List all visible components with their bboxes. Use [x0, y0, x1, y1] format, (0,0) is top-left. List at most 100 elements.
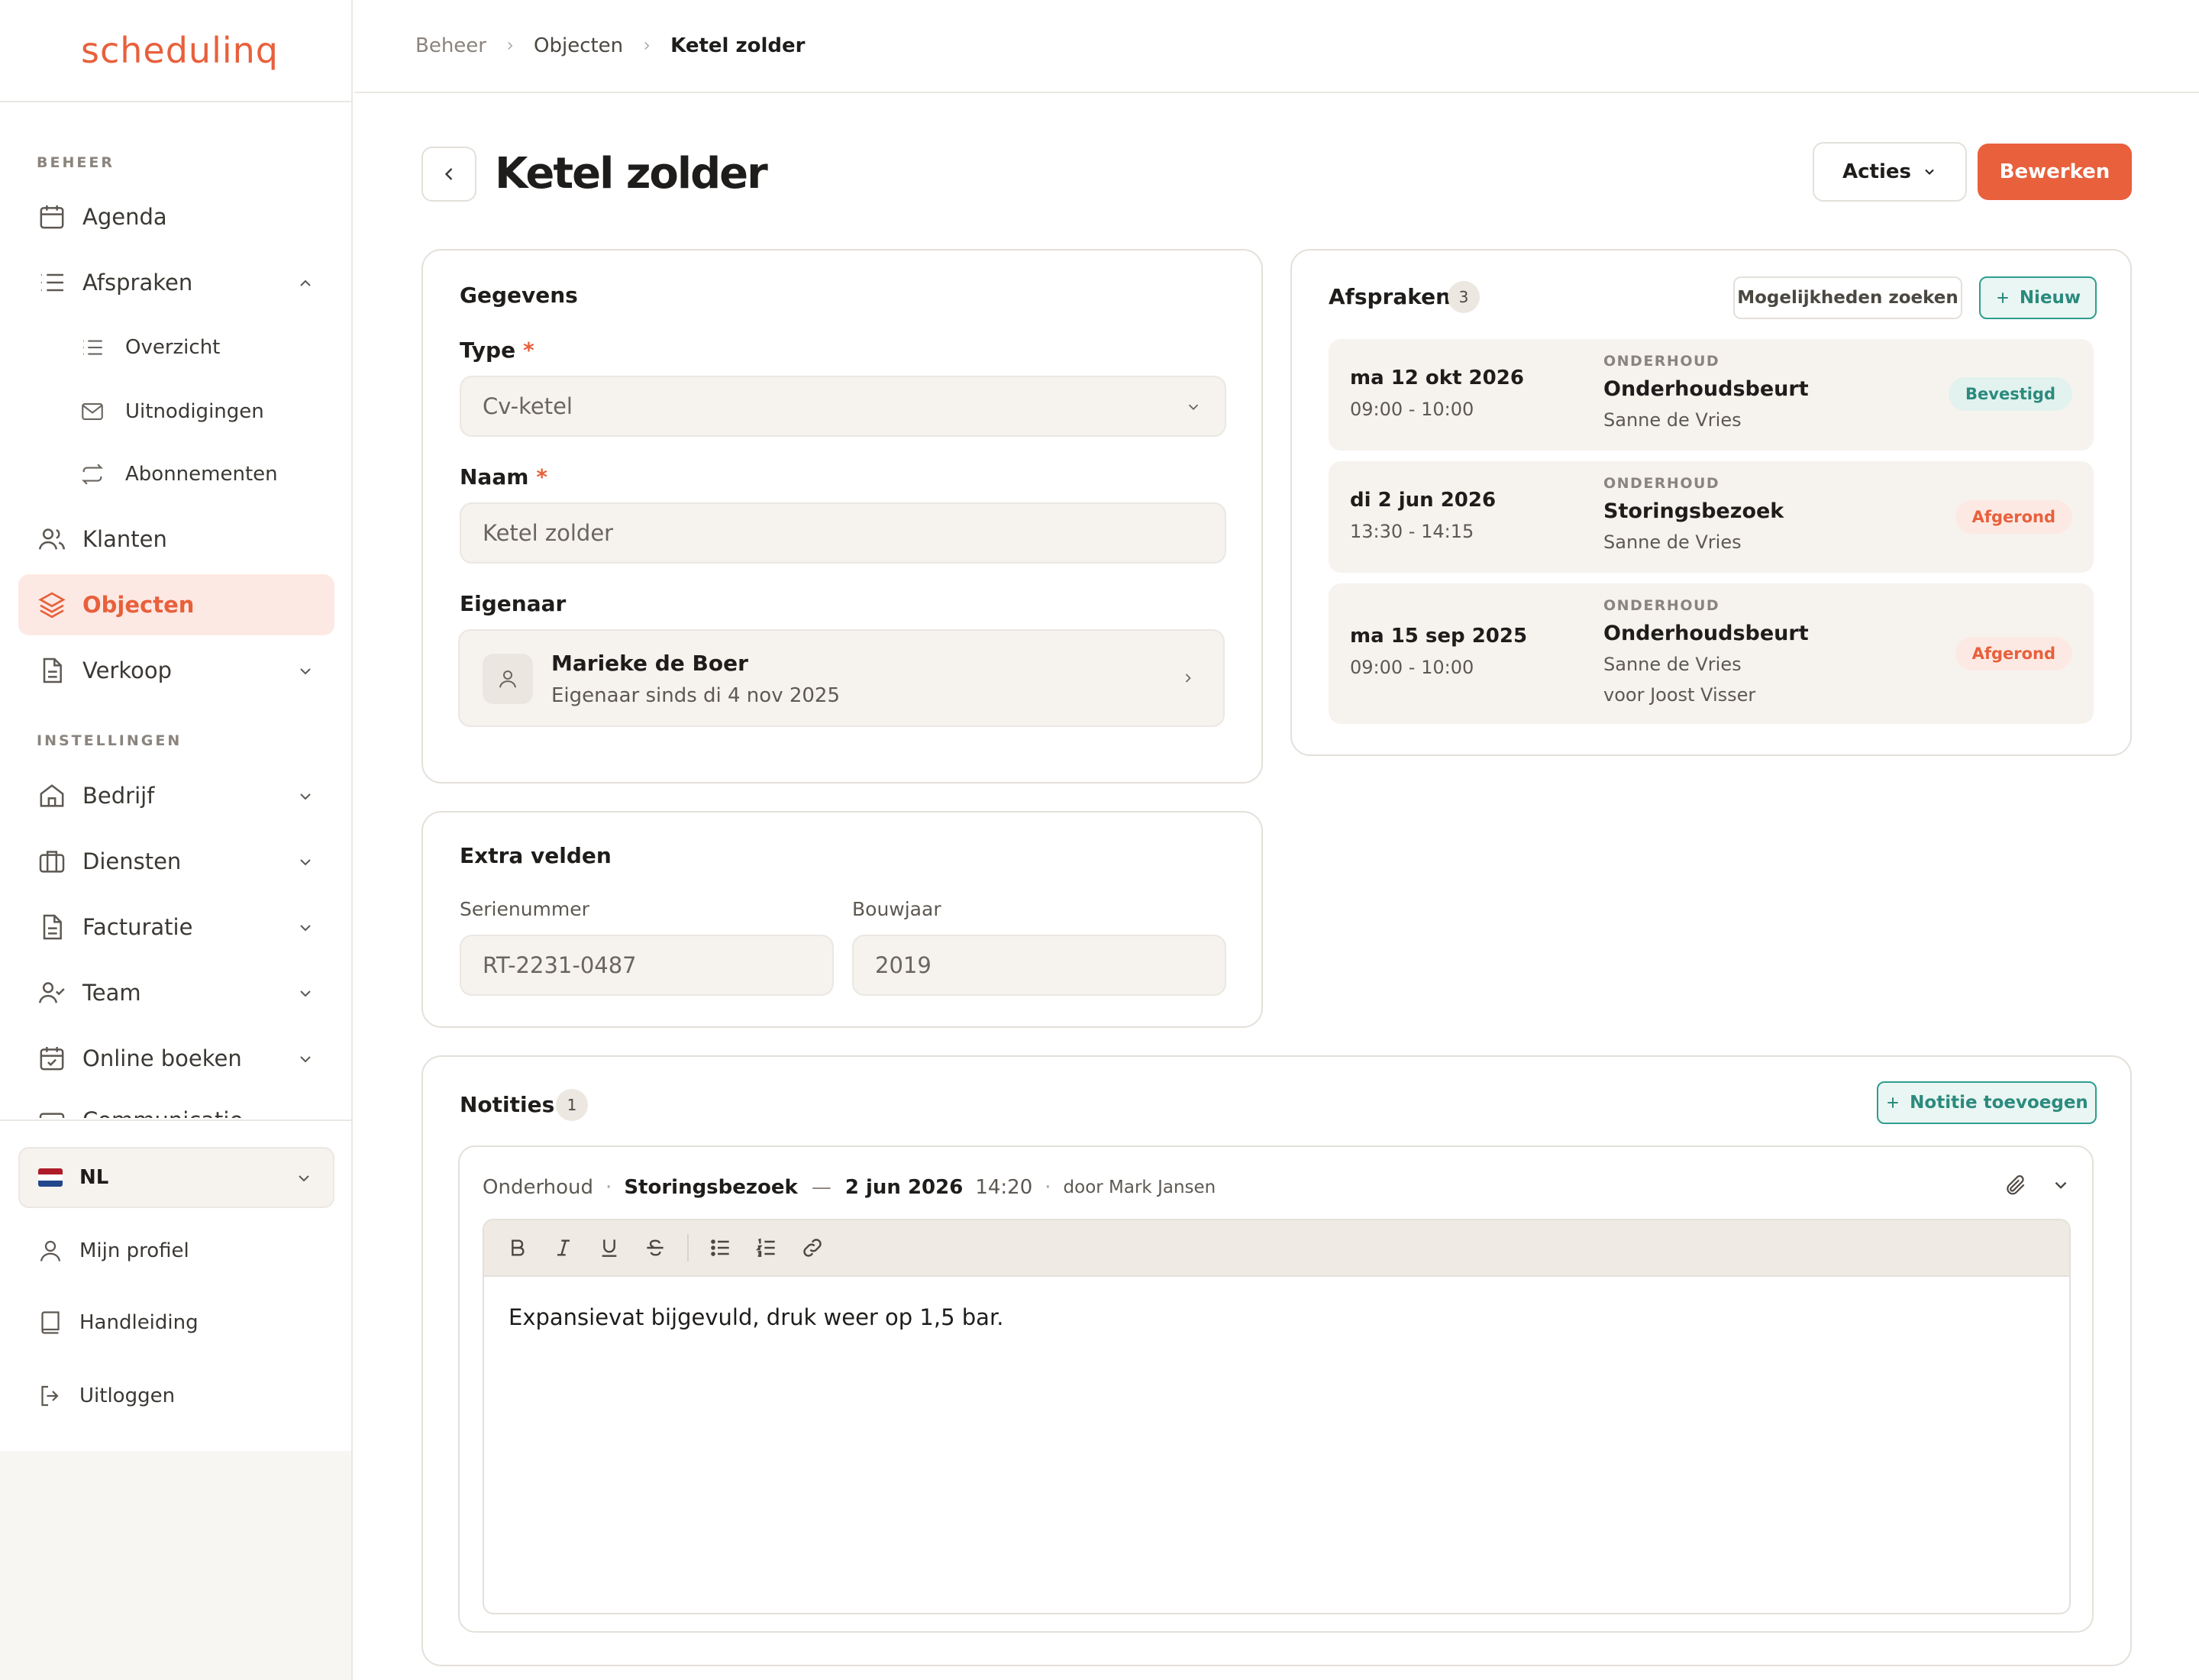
profile-link[interactable]: Mijn profiel: [37, 1237, 189, 1265]
sidebar-subitem-label: Overzicht: [125, 336, 221, 359]
breadcrumb-item-beheer[interactable]: Beheer: [415, 34, 486, 57]
name-input[interactable]: Ketel zolder: [460, 502, 1226, 564]
appointment-item[interactable]: di 2 jun 2026 13:30 - 14:15 ONDERHOUD St…: [1329, 461, 2094, 573]
sidebar-subitem-overzicht[interactable]: Overzicht: [79, 325, 220, 370]
profile-label: Mijn profiel: [79, 1239, 189, 1262]
sidebar-item-label: Online boeken: [82, 1045, 242, 1071]
note-date: 2 jun 2026: [844, 1176, 964, 1199]
calendar-icon: [40, 205, 64, 229]
chevron-right-icon: [644, 41, 650, 50]
sidebar-item-agenda[interactable]: Agenda: [18, 186, 334, 247]
chevron-down-icon: [1188, 404, 1199, 411]
editor-toolbar: [484, 1220, 2069, 1277]
manual-label: Handleiding: [79, 1311, 199, 1334]
repeat-icon: [82, 464, 103, 485]
note-item: Onderhoud · Storingsbezoek — 2 jun 2026 …: [458, 1145, 2094, 1633]
mail-icon: [82, 403, 103, 420]
build-year-input[interactable]: 2019: [852, 935, 1226, 996]
italic-button[interactable]: [550, 1234, 577, 1262]
separator: ·: [1045, 1176, 1051, 1199]
appointment-title: Storingsbezoek: [1603, 499, 1784, 523]
build-year-label: Bouwjaar: [852, 898, 941, 920]
add-note-label: Notitie toevoegen: [1910, 1093, 2088, 1113]
breadcrumb-item-objecten[interactable]: Objecten: [534, 34, 623, 57]
manual-link[interactable]: Handleiding: [37, 1309, 199, 1336]
logo[interactable]: schedulinq: [81, 30, 279, 71]
paperclip-icon[interactable]: [2004, 1173, 2028, 1197]
note-editor[interactable]: Expansievat bijgevuld, druk weer op 1,5 …: [483, 1219, 2071, 1614]
add-note-button[interactable]: Notitie toevoegen: [1877, 1081, 2097, 1124]
sidebar-item-afspraken[interactable]: Afspraken: [18, 252, 334, 313]
sidebar-item-bedrijf[interactable]: Bedrijf: [18, 765, 334, 826]
edit-button[interactable]: Bewerken: [1978, 144, 2132, 200]
chevron-down-icon: [300, 793, 311, 800]
sidebar-item-label: Facturatie: [82, 914, 193, 940]
owner-name: Marieke de Boer: [551, 651, 748, 676]
status-badge: Bevestigd: [1949, 377, 2072, 411]
appointment-date: ma 12 okt 2026: [1350, 367, 1524, 389]
sidebar-subitem-uitnodigingen[interactable]: Uitnodigingen: [79, 389, 264, 435]
appointment-item[interactable]: ma 15 sep 2025 09:00 - 10:00 ONDERHOUD O…: [1329, 583, 2094, 724]
sidebar-item-diensten[interactable]: Diensten: [18, 831, 334, 892]
link-button[interactable]: [799, 1234, 826, 1262]
sidebar-item-facturatie[interactable]: Facturatie: [18, 897, 334, 958]
note-text[interactable]: Expansievat bijgevuld, druk weer op 1,5 …: [484, 1277, 2069, 1358]
bold-icon: [512, 1239, 525, 1256]
note-time: 14:20: [975, 1176, 1033, 1199]
briefcase-icon: [39, 851, 65, 873]
strikethrough-button[interactable]: [641, 1234, 669, 1262]
chevron-down-icon: [300, 859, 311, 866]
sidebar-item-objecten[interactable]: Objecten: [18, 574, 334, 635]
list-icon: [40, 273, 63, 292]
owner-card[interactable]: Marieke de Boer Eigenaar sinds di 4 nov …: [458, 629, 1225, 727]
chevron-down-icon[interactable]: [2051, 1175, 2071, 1195]
appointment-title: Onderhoudsbeurt: [1603, 622, 1809, 645]
status-badge: Afgerond: [1955, 637, 2072, 670]
underline-button[interactable]: [596, 1234, 623, 1262]
bullet-list-button[interactable]: [707, 1234, 735, 1262]
sidebar: schedulinq BEHEER Agenda Afspraken Overz…: [0, 0, 353, 1680]
strikethrough-icon: [647, 1239, 664, 1256]
plus-icon: [1887, 1097, 1898, 1108]
back-button[interactable]: [421, 147, 476, 202]
appointment-time: 09:00 - 10:00: [1350, 399, 1474, 420]
chevron-left-icon: [444, 168, 453, 180]
toolbar-divider: [687, 1234, 689, 1262]
numbered-list-button[interactable]: [753, 1234, 780, 1262]
chevron-down-icon: [300, 990, 311, 997]
appointments-count-badge: 3: [1448, 281, 1480, 313]
type-select[interactable]: Cv-ketel: [460, 376, 1226, 437]
type-value: Cv-ketel: [483, 393, 573, 419]
appointment-time: 13:30 - 14:15: [1350, 521, 1474, 542]
chevron-down-icon: [1925, 169, 1934, 175]
avatar: [483, 654, 533, 704]
separator: —: [811, 1176, 831, 1199]
actions-dropdown-button[interactable]: Acties: [1813, 142, 1967, 202]
chevron-right-icon: [1185, 674, 1191, 683]
serial-number-input[interactable]: RT-2231-0487: [460, 935, 834, 996]
appointment-category: ONDERHOUD: [1603, 475, 1720, 492]
sidebar-subitem-abonnementen[interactable]: Abonnementen: [79, 451, 278, 497]
sidebar-item-label: Communicatie: [82, 1107, 243, 1118]
find-options-button[interactable]: Mogelijkheden zoeken: [1733, 276, 1962, 319]
note-category: Onderhoud: [483, 1176, 594, 1199]
sidebar-item-communicatie[interactable]: Communicatie: [37, 1100, 243, 1118]
note-appointment[interactable]: Storingsbezoek: [624, 1176, 798, 1199]
bold-button[interactable]: [504, 1234, 531, 1262]
home-icon: [40, 784, 64, 807]
chevron-down-icon: [300, 925, 311, 932]
separator: ·: [605, 1176, 612, 1199]
appointment-item[interactable]: ma 12 okt 2026 09:00 - 10:00 ONDERHOUD O…: [1329, 339, 2094, 451]
new-appointment-button[interactable]: Nieuw: [1979, 276, 2097, 319]
chevron-right-icon: [508, 41, 513, 50]
sidebar-item-klanten[interactable]: Klanten: [18, 509, 334, 570]
logout-label: Uitloggen: [79, 1384, 176, 1407]
sidebar-item-online-boeken[interactable]: Online boeken: [18, 1028, 334, 1089]
sidebar-item-verkoop[interactable]: Verkoop: [18, 640, 334, 701]
actions-label: Acties: [1842, 160, 1911, 183]
language-select[interactable]: NL: [18, 1147, 334, 1208]
sidebar-item-team[interactable]: Team: [18, 962, 334, 1023]
logout-link[interactable]: Uitloggen: [37, 1382, 175, 1410]
underline-icon: [602, 1239, 617, 1257]
breadcrumb: Beheer Objecten Ketel zolder: [354, 0, 2199, 93]
